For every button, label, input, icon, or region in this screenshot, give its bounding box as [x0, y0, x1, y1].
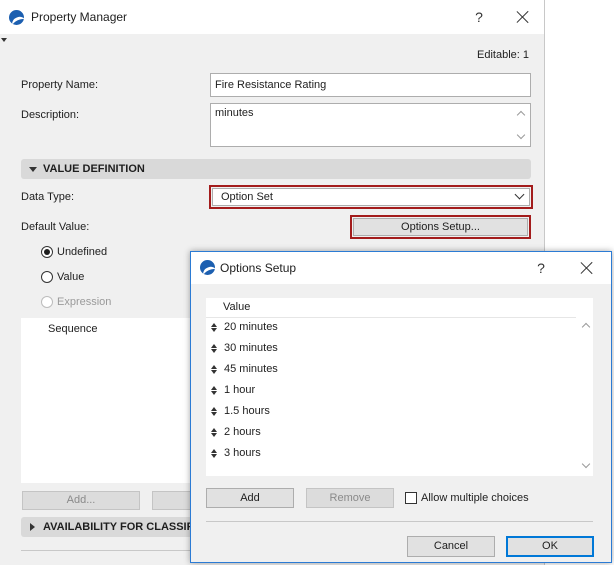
- scroll-down-icon[interactable]: [516, 130, 526, 140]
- radio-expression-label: Expression: [57, 296, 112, 308]
- archicad-logo-icon: [9, 10, 24, 25]
- cancel-button[interactable]: Cancel: [407, 536, 495, 557]
- panel-menu-icon[interactable]: [1, 38, 7, 42]
- allow-multiple-checkbox[interactable]: [405, 492, 417, 504]
- option-value: 1.5 hours: [224, 405, 270, 417]
- list-item[interactable]: 3 hours: [206, 443, 576, 464]
- value-definition-header: VALUE DEFINITION: [43, 163, 145, 175]
- option-value: 3 hours: [224, 447, 261, 459]
- list-item[interactable]: 2 hours: [206, 422, 576, 443]
- list-item[interactable]: 20 minutes: [206, 317, 576, 338]
- drag-handle-icon[interactable]: [211, 449, 217, 458]
- collapse-arrow-icon: [29, 167, 37, 172]
- scroll-up-icon[interactable]: [581, 322, 591, 332]
- allow-multiple-label: Allow multiple choices: [421, 492, 529, 504]
- options-list[interactable]: Value 20 minutes 30 minutes 45 minutes 1…: [206, 298, 593, 476]
- drag-handle-icon[interactable]: [211, 428, 217, 437]
- scroll-up-icon[interactable]: [516, 110, 526, 120]
- close-button[interactable]: [573, 257, 601, 279]
- remove-button[interactable]: [152, 491, 192, 510]
- option-value: 2 hours: [224, 426, 261, 438]
- editable-count: Editable: 1: [477, 49, 529, 61]
- value-column-header: Value: [223, 301, 251, 313]
- description-label: Description:: [21, 109, 80, 121]
- add-option-button[interactable]: Add: [206, 488, 294, 508]
- close-button[interactable]: [509, 6, 537, 28]
- radio-value[interactable]: [41, 271, 53, 283]
- radio-expression[interactable]: [41, 296, 53, 308]
- data-type-select[interactable]: Option Set: [212, 188, 530, 206]
- description-input[interactable]: minutes: [210, 103, 531, 147]
- option-value: 1 hour: [224, 384, 256, 396]
- archicad-logo-icon: [200, 260, 215, 275]
- sequence-list[interactable]: Sequence: [21, 318, 196, 483]
- property-name-input[interactable]: Fire Resistance Rating: [210, 73, 531, 97]
- availability-section[interactable]: AVAILABILITY FOR CLASSIFIC: [21, 517, 196, 537]
- close-icon: [581, 262, 593, 274]
- options-setup-dialog: Options Setup ? Value 20 minutes 30 minu…: [190, 251, 612, 563]
- drag-handle-icon[interactable]: [211, 344, 217, 353]
- drag-handle-icon[interactable]: [211, 323, 217, 332]
- remove-option-button[interactable]: Remove: [306, 488, 394, 508]
- options-setup-button[interactable]: Options Setup...: [353, 218, 528, 236]
- drag-handle-icon[interactable]: [211, 365, 217, 374]
- radio-value-label: Value: [57, 271, 85, 283]
- list-item[interactable]: 45 minutes: [206, 359, 576, 380]
- scroll-down-icon[interactable]: [581, 459, 591, 469]
- divider: [21, 550, 196, 551]
- list-item[interactable]: 30 minutes: [206, 338, 576, 359]
- list-item[interactable]: 1 hour: [206, 380, 576, 401]
- close-icon: [517, 11, 529, 23]
- options-setup-titlebar: Options Setup ?: [191, 252, 611, 284]
- data-type-value: Option Set: [221, 191, 273, 203]
- option-value: 30 minutes: [224, 342, 278, 354]
- sequence-header: Sequence: [48, 323, 98, 335]
- add-button[interactable]: Add...: [22, 491, 140, 510]
- default-value-label: Default Value:: [21, 221, 90, 233]
- help-button[interactable]: ?: [465, 6, 493, 28]
- option-value: 45 minutes: [224, 363, 278, 375]
- property-manager-titlebar: Property Manager ?: [0, 0, 544, 34]
- property-manager-title: Property Manager: [31, 10, 128, 24]
- option-value: 20 minutes: [224, 321, 278, 333]
- data-type-label: Data Type:: [21, 191, 74, 203]
- property-name-label: Property Name:: [21, 79, 99, 91]
- dialog-divider: [206, 521, 593, 522]
- availability-header: AVAILABILITY FOR CLASSIFIC: [43, 521, 196, 533]
- options-scrollbar[interactable]: [578, 318, 593, 476]
- drag-handle-icon[interactable]: [211, 407, 217, 416]
- options-setup-title: Options Setup: [220, 261, 297, 275]
- radio-undefined[interactable]: [41, 246, 53, 258]
- radio-undefined-label: Undefined: [57, 246, 108, 258]
- description-text: minutes: [215, 107, 254, 119]
- list-item[interactable]: 1.5 hours: [206, 401, 576, 422]
- help-button[interactable]: ?: [527, 257, 555, 279]
- ok-button[interactable]: OK: [506, 536, 594, 557]
- drag-handle-icon[interactable]: [211, 386, 217, 395]
- chevron-down-icon: [514, 189, 525, 200]
- value-definition-section[interactable]: VALUE DEFINITION: [21, 159, 531, 179]
- expand-arrow-icon: [30, 523, 35, 531]
